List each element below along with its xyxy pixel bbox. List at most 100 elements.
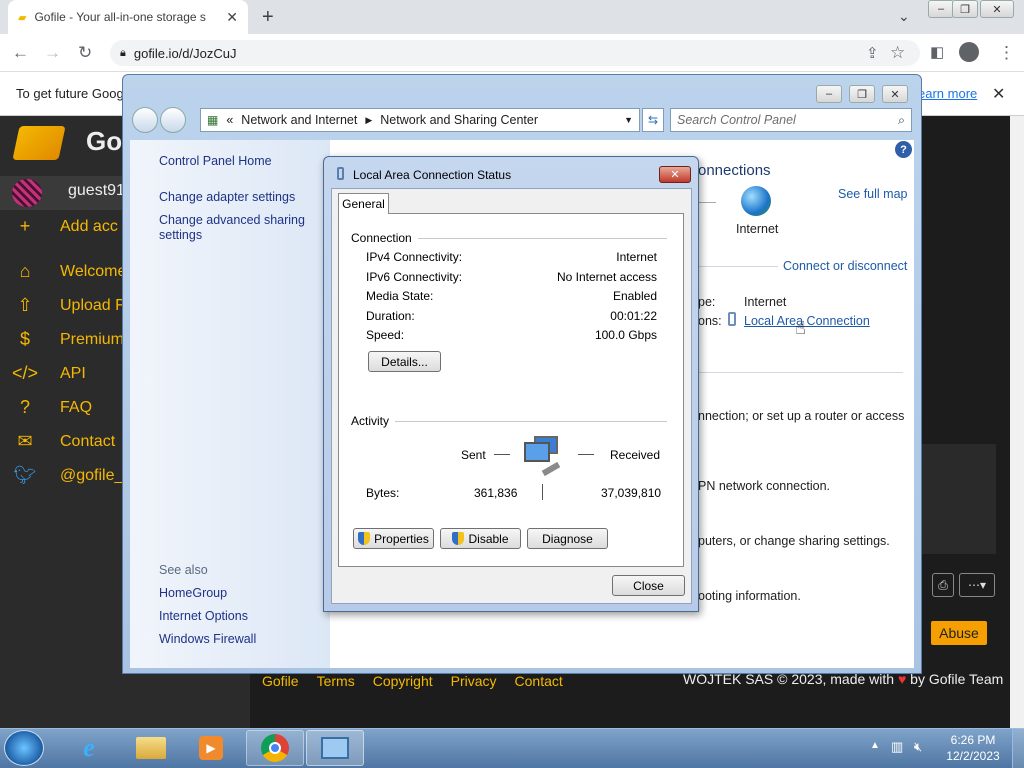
taskbar-control-panel-icon[interactable]: [306, 730, 364, 766]
cp-close-button[interactable]: ✕: [882, 85, 908, 103]
side-panel-icon[interactable]: ◧: [930, 43, 944, 61]
taskbar-media-player-icon[interactable]: ▶: [182, 730, 240, 766]
dialog-close-icon[interactable]: ✕: [659, 166, 691, 183]
cp-maximize-button[interactable]: ❐: [849, 85, 875, 103]
breadcrumb-sharing-center[interactable]: Network and Sharing Center: [380, 113, 538, 127]
sidebar-item-twitter[interactable]: 🐦︎ @gofile_: [12, 465, 124, 486]
help-icon[interactable]: ?: [895, 141, 912, 158]
home-icon: ⌂: [19, 261, 31, 281]
cp-breadcrumb[interactable]: ▦ « Network and Internet ▶ Network and S…: [200, 108, 640, 132]
ipv4-row: IPv4 Connectivity: Internet: [366, 250, 657, 264]
mail-icon: ✉: [17, 431, 33, 451]
tab-general[interactable]: General: [338, 193, 389, 214]
sidebar-item-api[interactable]: </> API: [12, 363, 86, 384]
forward-arrow-icon[interactable]: →: [44, 43, 61, 63]
address-bar[interactable]: 🔒︎ gofile.io/d/JozCuJ: [110, 40, 920, 66]
infobar-learn-more-link[interactable]: earn more: [918, 86, 977, 101]
footer-link-copyright[interactable]: Copyright: [373, 673, 433, 689]
footer-link-contact[interactable]: Contact: [515, 673, 563, 689]
sent-label: Sent: [461, 448, 486, 462]
reload-icon[interactable]: ↻: [78, 43, 92, 63]
tray-network-icon[interactable]: ▥: [891, 739, 903, 755]
footer-link-gofile[interactable]: Gofile: [262, 673, 299, 689]
taskbar-ie-icon[interactable]: e: [60, 730, 118, 766]
connections-label: ons:: [698, 314, 722, 328]
details-button[interactable]: Details...: [368, 351, 441, 372]
map-line: [698, 202, 716, 203]
disable-button[interactable]: Disable: [440, 528, 521, 549]
show-desktop-button[interactable]: [1012, 729, 1024, 768]
file-download-icon[interactable]: ⎙: [932, 573, 954, 597]
see-also-label: See also: [159, 563, 208, 577]
tray-volume-muted-icon[interactable]: 🔇︎: [914, 739, 922, 755]
diagnose-button[interactable]: Diagnose: [527, 528, 608, 549]
window-maximize-button[interactable]: ❐: [952, 0, 978, 18]
cp-forward-button[interactable]: [160, 107, 186, 133]
new-tab-icon[interactable]: +: [262, 6, 274, 29]
infobar-close-icon[interactable]: ✕: [992, 84, 1005, 104]
back-arrow-icon[interactable]: ←: [12, 43, 29, 63]
footer-link-privacy[interactable]: Privacy: [451, 673, 497, 689]
local-area-connection-link[interactable]: Local Area Connection: [744, 314, 870, 328]
see-full-map-link[interactable]: See full map: [838, 187, 907, 201]
taskbar-chrome-icon[interactable]: [246, 730, 304, 766]
twitter-icon: 🐦︎: [13, 465, 37, 485]
cp-search-input[interactable]: Search Control Panel ⌕: [670, 108, 912, 132]
ipv6-row: IPv6 Connectivity: No Internet access: [366, 270, 657, 284]
uac-shield-icon: [358, 532, 371, 545]
gofile-favicon-icon: ▰: [18, 11, 27, 24]
add-account-button[interactable]: + Add acc: [12, 216, 118, 237]
profile-avatar-icon[interactable]: [959, 42, 979, 62]
network-cable-icon: [541, 461, 561, 477]
bytes-label: Bytes:: [366, 486, 400, 500]
chevron-down-icon[interactable]: ▼: [624, 115, 633, 125]
received-label: Received: [610, 448, 661, 462]
windows-firewall-link[interactable]: Windows Firewall: [159, 632, 256, 646]
tab-search-chevron-icon[interactable]: ⌄: [898, 8, 910, 25]
window-minimize-button[interactable]: –: [928, 0, 954, 18]
share-icon[interactable]: ⇪: [866, 44, 879, 62]
taskbar-explorer-icon[interactable]: [122, 730, 180, 766]
properties-button[interactable]: Properties: [353, 528, 434, 549]
change-sharing-link[interactable]: Change advanced sharing settings: [159, 213, 319, 243]
internet-options-link[interactable]: Internet Options: [159, 609, 248, 623]
globe-icon: [741, 186, 771, 216]
bookmark-star-icon[interactable]: ☆: [890, 43, 905, 63]
plus-icon: +: [19, 216, 31, 236]
sidebar-item-faq[interactable]: ? FAQ: [12, 397, 92, 418]
lock-icon: 🔒︎: [120, 46, 126, 59]
breadcrumb-network-internet[interactable]: Network and Internet: [241, 113, 357, 127]
start-button[interactable]: [4, 730, 44, 766]
monitor-front-icon: [524, 442, 550, 462]
task-homegroup: puters, or change sharing settings.: [698, 534, 890, 548]
cp-refresh-icon[interactable]: ⇆: [642, 108, 664, 132]
separator-line: [698, 266, 778, 267]
hand-cursor-icon: ☝︎: [795, 318, 806, 338]
user-avatar: [12, 179, 42, 207]
cp-back-button[interactable]: [132, 107, 158, 133]
sidebar-item-welcome[interactable]: ⌂ Welcome: [12, 261, 127, 282]
homegroup-link[interactable]: HomeGroup: [159, 586, 227, 600]
tab-close-icon[interactable]: ✕: [226, 9, 238, 26]
window-close-button[interactable]: ✕: [980, 0, 1014, 18]
sidebar-item-contact[interactable]: ✉ Contact: [12, 431, 115, 452]
cp-minimize-button[interactable]: –: [816, 85, 842, 103]
connect-disconnect-link[interactable]: Connect or disconnect: [783, 259, 907, 273]
clock-date: 12/2/2023: [946, 749, 1000, 763]
chrome-menu-icon[interactable]: ⋮: [998, 43, 1015, 63]
more-options-icon[interactable]: ⋯▾: [959, 573, 995, 597]
cp-home-link[interactable]: Control Panel Home: [159, 154, 272, 168]
sidebar-item-premium[interactable]: $ Premium: [12, 329, 124, 350]
system-clock[interactable]: 6:26 PM 12/2/2023: [938, 732, 1008, 764]
footer-link-terms[interactable]: Terms: [317, 673, 355, 689]
dollar-icon: $: [19, 329, 30, 349]
close-button[interactable]: Close: [612, 575, 685, 596]
page-scrollbar[interactable]: [1010, 116, 1024, 728]
sidebar-item-upload[interactable]: ⇧ Upload F: [12, 295, 124, 316]
browser-tab[interactable]: ▰ Gofile - Your all-in-one storage s ✕: [8, 0, 248, 34]
tray-expand-icon[interactable]: ▲: [870, 740, 880, 751]
change-adapter-link[interactable]: Change adapter settings: [159, 190, 295, 204]
abuse-button[interactable]: Abuse: [931, 621, 987, 645]
url-text: gofile.io/d/JozCuJ: [133, 45, 237, 61]
general-tab-panel: [338, 213, 684, 567]
